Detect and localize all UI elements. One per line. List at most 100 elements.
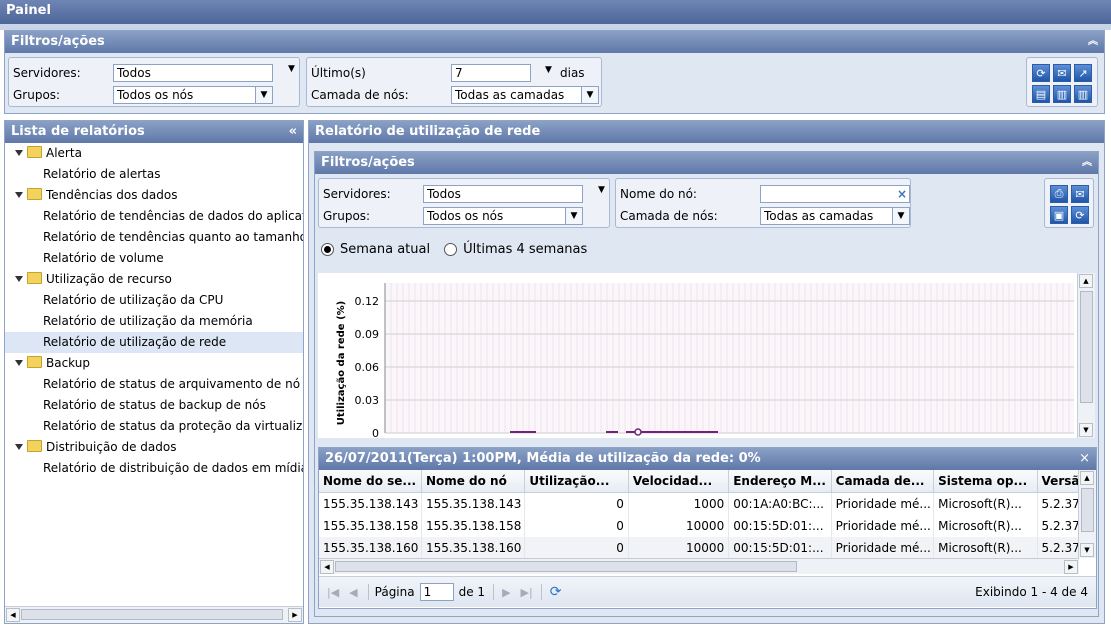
dias-dropdown-icon[interactable]: ▼	[545, 65, 552, 75]
table-cell: 00:15:5D:01:...	[728, 537, 832, 558]
top-filters-title: Filtros/ações	[11, 34, 105, 49]
table-cell: Microsoft(R)...	[933, 492, 1038, 515]
page-input[interactable]: 1	[419, 583, 454, 601]
prev-page-icon[interactable]: ◀	[349, 586, 357, 599]
layout-three-column-icon[interactable]: ▥	[1074, 85, 1092, 103]
camada-select[interactable]: Todas as camadas ▼	[760, 207, 910, 225]
scroll-up-icon[interactable]: ▲	[1079, 274, 1093, 288]
grupos-select[interactable]: Todos os nós ▼	[113, 86, 273, 104]
app-title-bar: Painel	[0, 0, 1111, 24]
radio-semana-atual[interactable]	[321, 243, 334, 256]
column-header[interactable]: Velocidad...	[628, 470, 730, 493]
scroll-up-icon[interactable]: ▲	[1080, 471, 1094, 485]
tree-report-item[interactable]: Relatório de distribuição de dados em mí…	[5, 458, 303, 479]
refresh-icon[interactable]: ⟳	[550, 584, 562, 600]
column-header[interactable]: Versão do S	[1037, 470, 1079, 493]
chevron-down-icon[interactable]: ▼	[565, 208, 582, 224]
expand-triangle-icon[interactable]	[15, 444, 23, 450]
table-row[interactable]: 155.35.138.143 155.35.138.143 0 1000 00:1A:A…	[319, 492, 1079, 515]
email-icon[interactable]: ✉	[1053, 64, 1071, 82]
refresh-icon[interactable]: ⟳	[1071, 206, 1089, 224]
column-header[interactable]: Nome do nó	[421, 470, 526, 493]
expand-triangle-icon[interactable]	[15, 150, 23, 156]
close-icon[interactable]: ×	[1079, 448, 1090, 470]
ultimos-input[interactable]: 7	[451, 64, 531, 82]
email-icon[interactable]: ✉	[1071, 185, 1089, 203]
tree-report-item[interactable]: Relatório de status de arquivamento de n…	[5, 374, 303, 395]
layout-two-column-icon[interactable]: ▥	[1053, 85, 1071, 103]
collapse-up-icon[interactable]: ︽	[1088, 31, 1098, 53]
radio-ultimas-4-semanas[interactable]	[444, 243, 458, 256]
column-header[interactable]: Utilização...	[524, 470, 629, 493]
servidores-input[interactable]: Todos	[423, 185, 583, 203]
servidores-dropdown-icon[interactable]: ▼	[288, 64, 295, 74]
sidebar-horizontal-scrollbar[interactable]: ◀ ▶	[5, 606, 303, 623]
column-header[interactable]: Endereço M...	[728, 470, 832, 493]
expand-triangle-icon[interactable]	[15, 360, 23, 366]
network-utilization-chart: 0.12 0.09 0.06 0.03 0 Utilização da rede (%)	[336, 283, 1074, 438]
tree-folder-label: Distribuição de dados	[46, 440, 177, 454]
chart-vertical-scrollbar[interactable]: ▲ ▼	[1077, 273, 1095, 438]
expand-triangle-icon[interactable]	[15, 276, 23, 282]
tree-report-item[interactable]: Relatório de alertas	[5, 164, 303, 185]
top-filters-group-middle: Último(s) 7 ▼ dias Camada de nós: Todas …	[306, 57, 602, 107]
camada-select[interactable]: Todas as camadas ▼	[451, 86, 599, 104]
table-row[interactable]: 155.35.138.158 155.35.138.158 0 10000 00:15:…	[319, 515, 1079, 537]
servidores-input[interactable]: Todos	[113, 64, 273, 82]
tree-report-item[interactable]: Relatório de utilização da CPU	[5, 290, 303, 311]
layout-single-icon[interactable]: ▤	[1032, 85, 1050, 103]
table-cell: 155.35.138.143	[319, 492, 422, 515]
clear-icon[interactable]: ×	[897, 186, 907, 202]
nome-no-input[interactable]: ×	[760, 185, 910, 203]
data-point[interactable]	[634, 428, 642, 436]
scroll-down-icon[interactable]: ▼	[1080, 543, 1094, 557]
collapse-left-icon[interactable]: «	[289, 121, 297, 143]
expand-triangle-icon[interactable]	[15, 192, 23, 198]
scroll-right-icon[interactable]: ▶	[288, 608, 302, 622]
chevron-down-icon[interactable]: ▼	[255, 87, 272, 103]
chevron-down-icon[interactable]: ▼	[581, 87, 598, 103]
save-icon[interactable]: ▣	[1050, 206, 1068, 224]
scroll-left-icon[interactable]: ◀	[320, 560, 334, 574]
tree-report-item[interactable]: Relatório de utilização de rede	[5, 332, 303, 353]
column-header[interactable]: Nome do se...	[319, 470, 422, 493]
tree-report-item[interactable]: Relatório de volume	[5, 248, 303, 269]
scroll-thumb[interactable]	[21, 609, 283, 620]
column-header[interactable]: Camada de...	[831, 470, 935, 493]
refresh-icon[interactable]: ⟳	[1032, 64, 1050, 82]
detail-grid-viewport: Nome do se... Nome do nó Utilização... Velo…	[319, 470, 1079, 558]
last-page-icon[interactable]: ▶|	[521, 586, 533, 599]
tree-folder[interactable]: Tendências dos dados	[5, 185, 303, 206]
grid-horizontal-scrollbar[interactable]: ◀ ▶	[319, 558, 1079, 574]
tree-folder[interactable]: Distribuição de dados	[5, 437, 303, 458]
next-page-icon[interactable]: ▶	[502, 586, 510, 599]
column-header[interactable]: Sistema op...	[933, 470, 1038, 493]
first-page-icon[interactable]: |◀	[327, 586, 339, 599]
detail-title: 26/07/2011(Terça) 1:00PM, Média de utili…	[325, 451, 761, 466]
export-icon[interactable]: ↗	[1074, 64, 1092, 82]
tree-report-item[interactable]: Relatório de tendências de dados do apli…	[5, 206, 303, 227]
table-row[interactable]: 155.35.138.160 155.35.138.160 0 10000 00:15:…	[319, 537, 1079, 558]
table-cell: Microsoft(R)...	[933, 537, 1038, 558]
scroll-thumb[interactable]	[1080, 291, 1093, 403]
tree-report-item[interactable]: Relatório de tendências quanto ao tamanh…	[5, 227, 303, 248]
scroll-left-icon[interactable]: ◀	[6, 608, 20, 622]
print-icon[interactable]: ⎙	[1050, 185, 1068, 203]
report-panel: Relatório de utilização de rede Filtros/…	[308, 120, 1105, 624]
tree-report-item[interactable]: Relatório de utilização da memória	[5, 311, 303, 332]
report-filters-group-middle: Nome do nó: × Camada de nós: Todas as ca…	[615, 178, 911, 228]
collapse-up-icon[interactable]: ︽	[1082, 152, 1092, 174]
scroll-right-icon[interactable]: ▶	[1064, 560, 1078, 574]
chevron-down-icon[interactable]: ▼	[892, 208, 909, 224]
grupos-select[interactable]: Todos os nós ▼	[423, 207, 583, 225]
grid-vertical-scrollbar[interactable]: ▲ ▼	[1078, 470, 1096, 558]
tree-report-item[interactable]: Relatório de status de backup de nós	[5, 395, 303, 416]
scroll-down-icon[interactable]: ▼	[1079, 423, 1093, 437]
tree-folder[interactable]: Alerta	[5, 143, 303, 164]
scroll-thumb[interactable]	[1081, 488, 1094, 532]
scroll-thumb[interactable]	[335, 561, 797, 572]
servidores-dropdown-icon[interactable]: ▼	[598, 185, 605, 195]
tree-folder[interactable]: Backup	[5, 353, 303, 374]
tree-report-item[interactable]: Relatório de status da proteção da virtu…	[5, 416, 303, 437]
tree-folder[interactable]: Utilização de recurso	[5, 269, 303, 290]
